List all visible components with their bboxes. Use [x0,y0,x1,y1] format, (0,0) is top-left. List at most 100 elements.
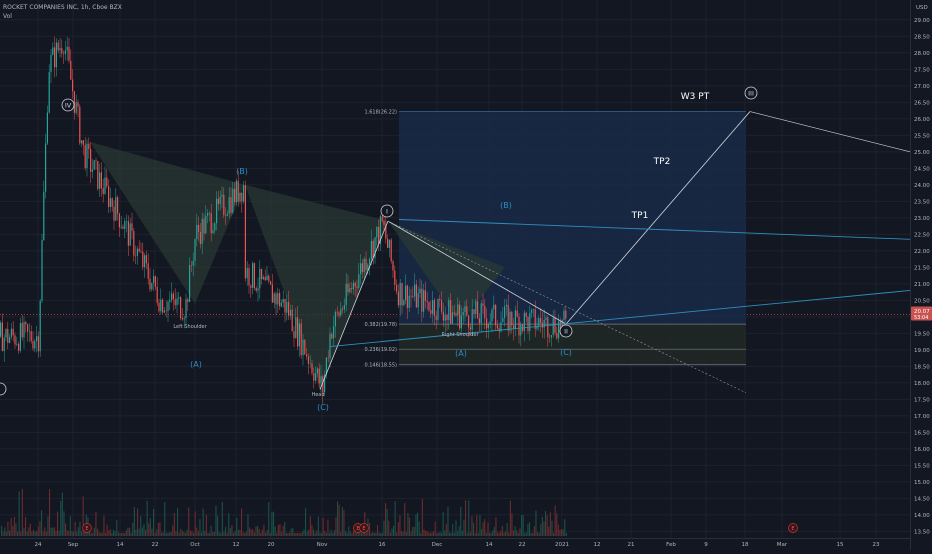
volume-bar [349,531,351,536]
volume-bar [210,525,212,536]
candle-body [554,317,556,334]
candle-body [448,300,450,321]
volume-bar [25,516,27,536]
volume-bar [417,512,419,536]
volume-bar [343,510,345,536]
candle-body [358,274,360,288]
candle-body [212,230,214,233]
volume-bar [237,529,239,536]
candle-body [5,329,7,338]
candle-body [21,322,23,338]
candle-body [36,336,38,342]
candle-body [493,304,495,310]
candle-body [271,284,273,303]
volume-bar [561,528,563,536]
candle-body [516,310,518,317]
candle-body [165,310,167,312]
candle-body [495,304,497,326]
volume-bar [61,492,63,536]
candle-body [509,311,511,331]
volume-bar [389,532,391,536]
volume-bar [503,532,505,536]
candle-body [1,322,3,352]
volume-bar [316,530,318,536]
candle-body [482,303,484,306]
volume-bar [124,532,126,536]
candle-body [167,301,169,312]
volume-bar [402,531,404,536]
candle-body [207,213,209,216]
volume-bar [410,531,412,536]
x-tick-label: 2021 [555,542,569,548]
candle-body [432,300,434,314]
candle-body [196,224,198,240]
volume-bar [63,511,65,536]
volume-bar [249,527,251,536]
volume-bar [535,510,537,536]
volume-bar [415,514,417,536]
volume-bar [300,532,302,536]
symbol-title[interactable]: ROCKET COMPANIES INC, 1h, Cboe BZX [3,3,122,12]
candle-body [408,295,410,308]
volume-bar [159,522,161,536]
volume-bar [546,515,548,536]
candle-body [496,325,498,329]
candle-body [194,239,196,261]
candle-body [90,148,92,172]
volume-bar [194,511,196,536]
candle-body [115,197,117,221]
y-tick-label: 14.50 [914,496,930,502]
volume-bar [157,522,159,536]
candle-body [565,310,567,319]
fib-level-label: 0.236(19.02) [364,347,397,353]
volume-bar [285,532,287,536]
candle-body [88,143,90,149]
volume-bar [55,530,57,536]
volume-bar [557,524,559,536]
volume-bar [13,516,15,536]
candle-body [333,326,335,339]
candle-body [149,278,151,290]
volume-bar [98,532,100,536]
candle-body [187,299,189,302]
candle-body [153,276,155,283]
volume-bar [186,529,188,536]
volume-bar [31,531,33,536]
candle-body [131,223,133,231]
candle-body [246,268,248,279]
volume-bar [369,523,371,536]
candle-body [468,315,470,328]
candle-body [73,91,75,113]
volume-bar [52,527,54,536]
volume-bar [205,514,207,536]
candle-body [316,368,318,374]
volume-bar [498,532,500,536]
candle-body [396,284,398,292]
volume-bar [71,530,73,536]
volume-bar [525,532,527,536]
volume-bar [484,519,486,536]
volume-bar [359,532,361,536]
candle-body [95,160,97,161]
candle-body [531,309,533,314]
earnings-marker-text: E [362,526,365,532]
candle-body [401,283,403,306]
volume-bar [133,506,135,536]
volume-bar [476,515,478,536]
volume-bar [76,531,78,536]
volume-bar [68,531,70,536]
volume-bar [1,526,3,536]
candle-body [37,336,39,352]
price-chart[interactable]: 13.50 14.00 14.50 15.00 15.50 16.00 16.50 17.00… [0,0,932,550]
volume-bar [463,519,465,536]
volume-bar [471,516,473,536]
volume-indicator-label[interactable]: Vol [3,12,122,21]
volume-bar [132,522,134,536]
volume-bar [373,532,375,536]
volume-bar [100,532,102,536]
volume-bar [233,532,235,536]
volume-bar [321,532,323,536]
candle-body [216,198,218,224]
wave-label-c-right: (C) [560,348,572,357]
candle-body [484,305,486,319]
